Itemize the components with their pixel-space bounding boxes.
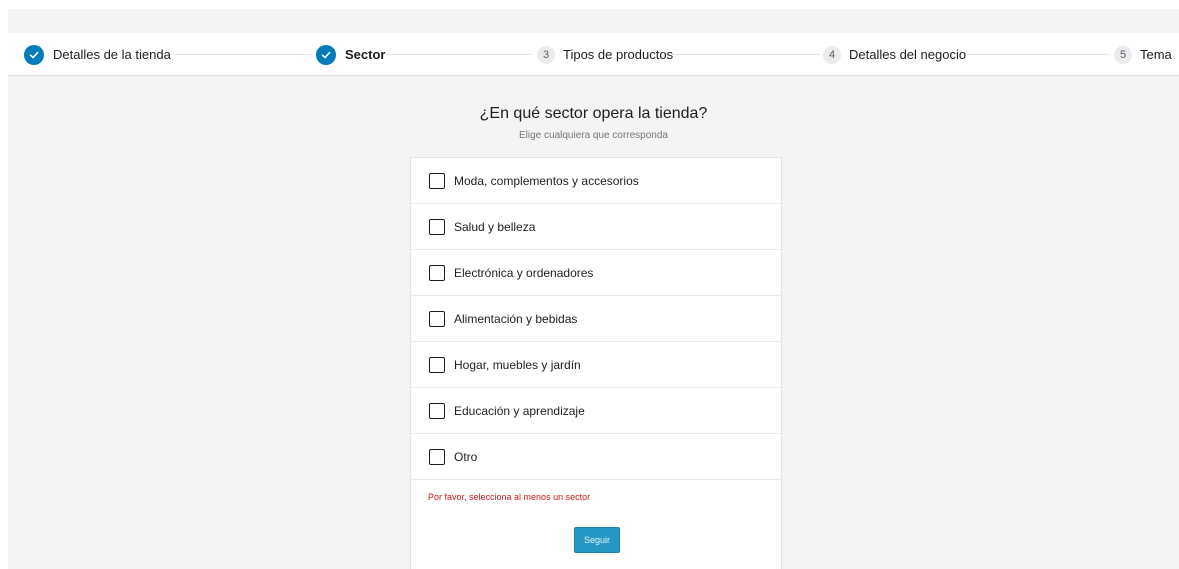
page-title: ¿En qué sector opera la tienda?: [479, 105, 708, 122]
checkbox[interactable]: [429, 218, 445, 235]
checkbox[interactable]: [429, 264, 445, 281]
setup-stepper: Detalles de la tienda Sector 3 Tipos de …: [8, 33, 1179, 76]
checkbox[interactable]: [429, 310, 445, 327]
option-label: Salud y belleza: [454, 219, 536, 234]
step-label: Detalles del negocio: [849, 47, 967, 62]
step-number: 4: [823, 45, 841, 64]
checkbox[interactable]: [429, 448, 445, 465]
step-store-details[interactable]: Detalles de la tienda: [24, 33, 171, 76]
sector-options-card: Moda, complementos y accesorios Salud y …: [410, 157, 782, 569]
continue-button[interactable]: Seguir: [574, 527, 620, 553]
option-label: Alimentación y bebidas: [454, 311, 578, 326]
sector-option-health-beauty[interactable]: Salud y belleza: [411, 204, 781, 250]
step-number: 5: [1114, 45, 1132, 64]
checkbox[interactable]: [429, 402, 445, 419]
step-theme[interactable]: 5 Tema: [1114, 33, 1172, 76]
option-label: Otro: [454, 449, 478, 464]
step-connector: [386, 54, 532, 55]
sector-option-education[interactable]: Educación y aprendizaje: [411, 388, 781, 434]
sector-option-food-drink[interactable]: Alimentación y bebidas: [411, 296, 781, 342]
checkbox[interactable]: [429, 356, 445, 373]
step-label: Tema: [1140, 47, 1172, 62]
step-label: Tipos de productos: [563, 47, 674, 62]
step-number: 3: [537, 45, 555, 64]
app-frame: Detalles de la tienda Sector 3 Tipos de …: [8, 9, 1179, 569]
step-product-types[interactable]: 3 Tipos de productos: [537, 33, 673, 76]
sector-option-electronics[interactable]: Electrónica y ordenadores: [411, 250, 781, 296]
sector-option-fashion[interactable]: Moda, complementos y accesorios: [411, 158, 781, 204]
option-label: Moda, complementos y accesorios: [454, 173, 639, 188]
validation-error: Por favor, selecciona al menos un sector: [428, 492, 591, 502]
step-sector[interactable]: Sector: [316, 33, 385, 76]
step-connector: [963, 54, 1109, 55]
step-connector: [170, 54, 310, 55]
step-label: Detalles de la tienda: [53, 47, 171, 62]
checkmark-icon: [24, 44, 44, 65]
checkbox[interactable]: [429, 172, 445, 189]
sector-option-home-garden[interactable]: Hogar, muebles y jardín: [411, 342, 781, 388]
step-business-details[interactable]: 4 Detalles del negocio: [823, 33, 966, 76]
sector-option-other[interactable]: Otro: [411, 434, 781, 480]
page-subtitle: Elige cualquiera que corresponda: [519, 130, 668, 141]
option-label: Electrónica y ordenadores: [454, 265, 594, 280]
option-label: Educación y aprendizaje: [454, 403, 585, 418]
step-label: Sector: [345, 47, 386, 62]
step-connector: [672, 54, 820, 55]
checkmark-icon: [316, 44, 336, 65]
option-label: Hogar, muebles y jardín: [454, 357, 581, 372]
